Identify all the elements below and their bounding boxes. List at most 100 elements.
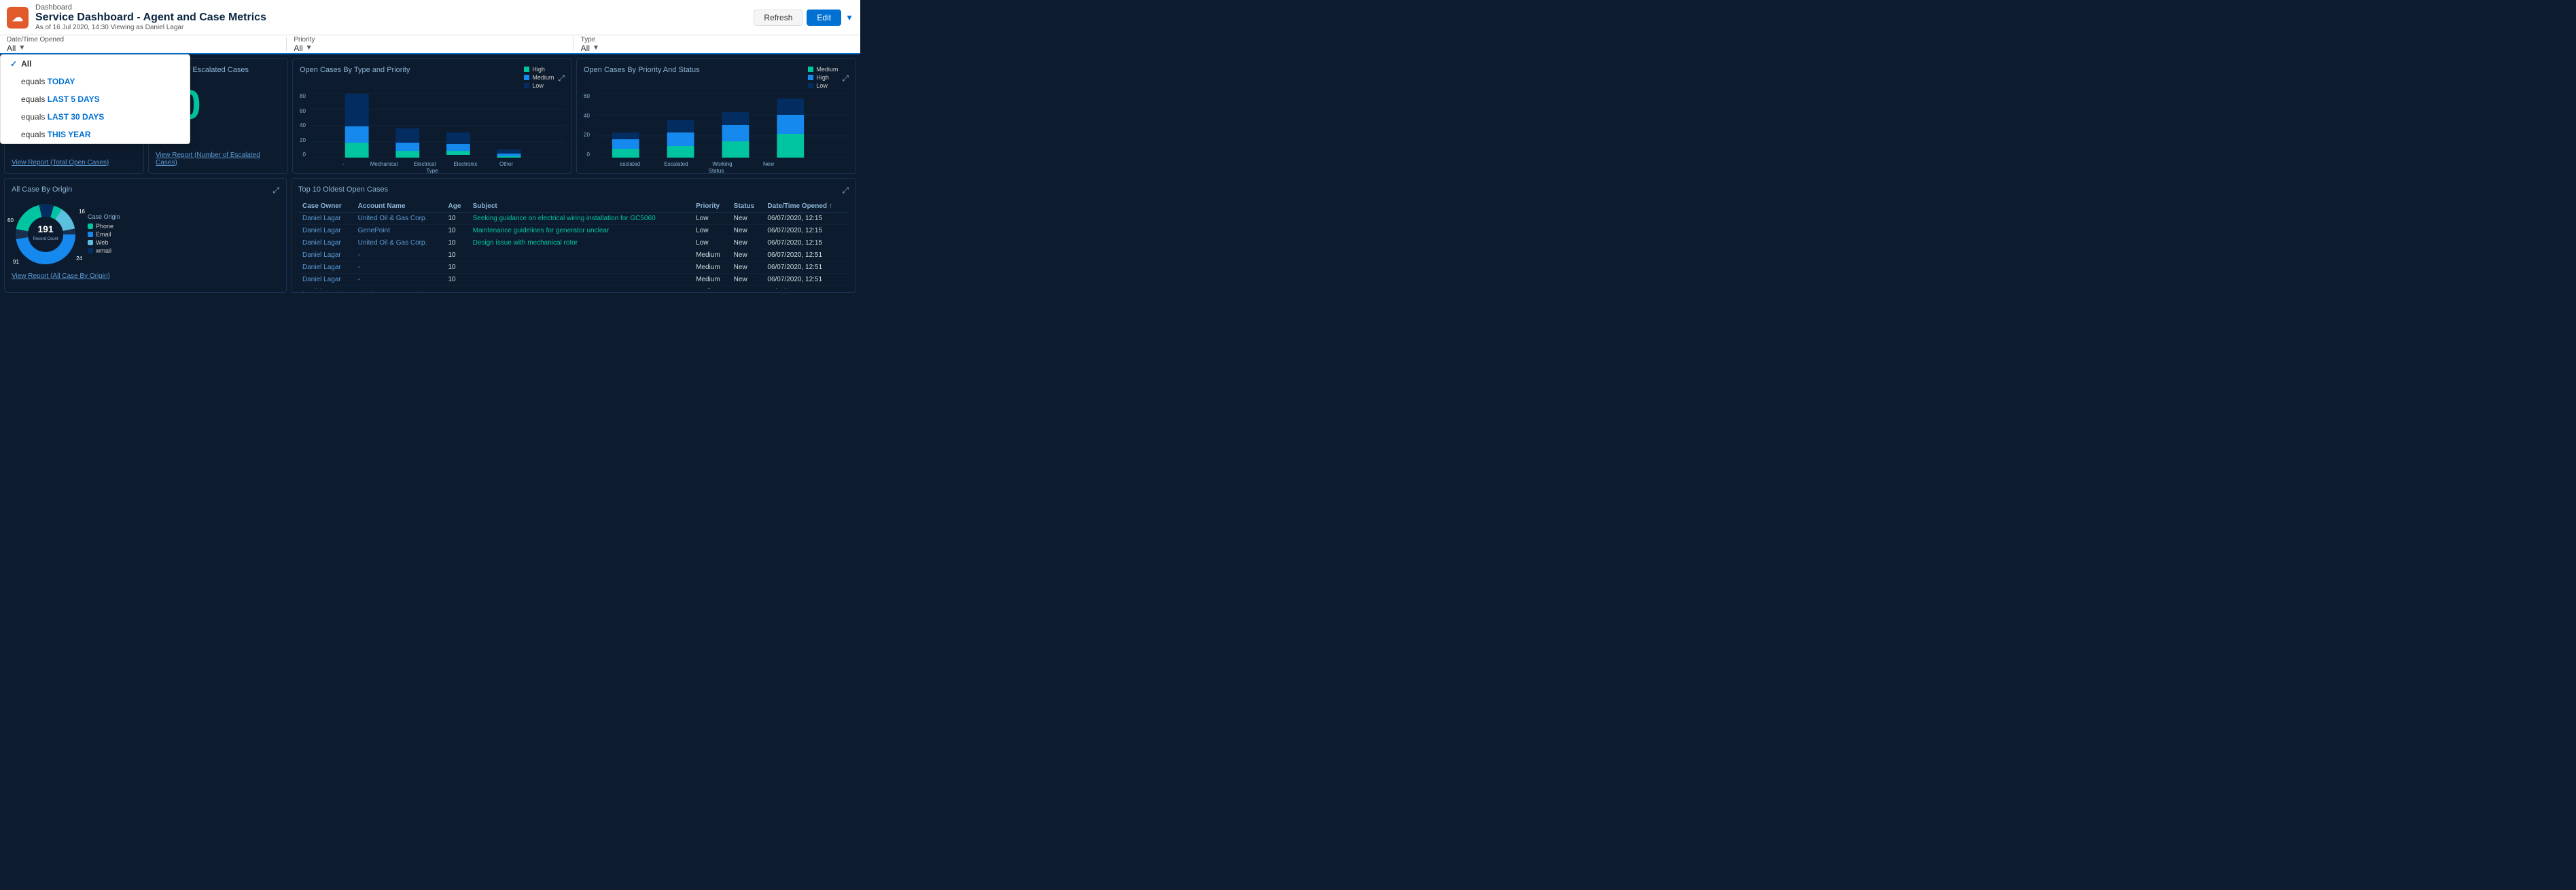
cell-status: New — [730, 285, 764, 289]
cell-status: New — [730, 273, 764, 285]
total-open-report[interactable]: View Report (Total Open Cases) — [12, 155, 137, 166]
cell-priority: Low — [692, 224, 730, 236]
ps-high-legend: High — [808, 74, 838, 81]
cell-subject[interactable] — [469, 249, 692, 261]
cell-date: 06/07/2020, 12:15 — [763, 236, 849, 249]
cell-owner[interactable]: Daniel Lagar — [298, 212, 354, 224]
date-filter-value[interactable]: All — [7, 43, 16, 53]
web-legend: Web — [88, 239, 120, 246]
cell-subject[interactable]: Seeking guidance on electrical wiring in… — [469, 212, 692, 224]
oldest-expand[interactable]: ⤢ — [842, 185, 849, 196]
oldest-cases-title: Top 10 Oldest Open Cases — [298, 185, 388, 194]
cell-account[interactable]: - — [354, 285, 444, 289]
dropdown-item-last5[interactable]: equals LAST 5 DAYS — [1, 90, 190, 108]
table-row[interactable]: Daniel Lagar - 10 Medium New 06/07/2020,… — [298, 273, 849, 285]
origin-report[interactable]: View Report (All Case By Origin) — [12, 272, 279, 280]
table-row[interactable]: Daniel Lagar GenePoint 10 Maintenance gu… — [298, 224, 849, 236]
cell-owner[interactable]: Daniel Lagar — [298, 261, 354, 273]
cell-age: 10 — [444, 224, 469, 236]
cell-priority: Low — [692, 212, 730, 224]
ps-low-legend: Low — [808, 82, 838, 89]
dropdown-item-thisyear[interactable]: equals THIS YEAR — [1, 126, 190, 143]
cell-date: 06/07/2020, 12:15 — [763, 224, 849, 236]
cell-priority: Medium — [692, 285, 730, 289]
cell-owner[interactable]: Daniel Lagar — [298, 224, 354, 236]
dropdown-item-all[interactable]: ✓All — [1, 55, 190, 73]
cell-priority: Medium — [692, 273, 730, 285]
oldest-table: Case Owner Account Name Age Subject Prio… — [298, 200, 849, 289]
oldest-table-scroll[interactable]: Case Owner Account Name Age Subject Prio… — [298, 200, 849, 289]
oldest-cases-card: Top 10 Oldest Open Cases ⤢ Case Owner Ac… — [291, 178, 856, 293]
date-filter-chevron[interactable]: ▼ — [18, 44, 25, 52]
date-filter-group: Date/Time Opened All ▼ — [7, 36, 279, 53]
cell-account[interactable]: - — [354, 273, 444, 285]
priority-status-expand[interactable]: ⤢ — [842, 73, 849, 84]
cell-account[interactable]: United Oil & Gas Corp. — [354, 212, 444, 224]
cell-date: 06/07/2020, 12:51 — [763, 273, 849, 285]
edit-dropdown-icon[interactable]: ▼ — [845, 13, 853, 22]
high-legend: High — [524, 66, 554, 73]
cell-owner[interactable]: Daniel Lagar — [298, 273, 354, 285]
low-legend: Low — [524, 82, 554, 89]
phone-legend: Phone — [88, 223, 120, 230]
type-priority-title: Open Cases By Type and Priority — [300, 66, 410, 74]
table-row[interactable]: Daniel Lagar - 10 Medium New 06/07/2020,… — [298, 249, 849, 261]
page-title: Service Dashboard - Agent and Case Metri… — [35, 12, 266, 24]
col-status: Status — [730, 200, 764, 213]
cell-subject[interactable] — [469, 285, 692, 289]
origin-title: All Case By Origin — [12, 185, 72, 194]
cell-account[interactable]: - — [354, 261, 444, 273]
col-age: Age — [444, 200, 469, 213]
cell-subject[interactable]: Design issue with mechanical rotor — [469, 236, 692, 249]
cell-owner[interactable]: Daniel Lagar — [298, 285, 354, 289]
table-row[interactable]: Daniel Lagar United Oil & Gas Corp. 10 S… — [298, 212, 849, 224]
cell-status: New — [730, 261, 764, 273]
type-filter-value[interactable]: All — [581, 43, 590, 53]
priority-filter-chevron[interactable]: ▼ — [306, 44, 313, 52]
header: ☁ Dashboard Service Dashboard - Agent an… — [0, 0, 860, 35]
cell-priority: Medium — [692, 249, 730, 261]
cell-account[interactable]: United Oil & Gas Corp. — [354, 236, 444, 249]
cell-account[interactable]: GenePoint — [354, 224, 444, 236]
oldest-report[interactable]: View Report (Top 10 Oldest Open Cases) — [298, 291, 849, 293]
date-filter-dropdown[interactable]: ✓All equals TODAY equals LAST 5 DAYS equ… — [0, 54, 190, 144]
cell-date: 06/07/2020, 12:51 — [763, 261, 849, 273]
cell-date: 06/07/2020, 12:15 — [763, 212, 849, 224]
table-row[interactable]: Daniel Lagar - 10 Medium New 06/07/2020,… — [298, 285, 849, 289]
cell-owner[interactable]: Daniel Lagar — [298, 249, 354, 261]
dropdown-item-last30[interactable]: equals LAST 30 DAYS — [1, 108, 190, 126]
type-filter-chevron[interactable]: ▼ — [593, 44, 599, 52]
type-priority-chart — [311, 93, 565, 158]
type-priority-card: Open Cases By Type and Priority High Med… — [292, 58, 572, 174]
type-filter-group: Type All ▼ — [581, 36, 853, 53]
cell-age: 10 — [444, 249, 469, 261]
dropdown-item-today[interactable]: equals TODAY — [1, 73, 190, 90]
email-legend: Email — [88, 231, 120, 238]
escalated-report[interactable]: View Report (Number of Escalated Cases) — [156, 147, 281, 166]
svg-text:Record Count: Record Count — [33, 237, 58, 241]
cell-owner[interactable]: Daniel Lagar — [298, 236, 354, 249]
priority-status-title: Open Cases By Priority And Status — [584, 66, 700, 74]
cell-status: New — [730, 236, 764, 249]
priority-status-card: Open Cases By Priority And Status Medium… — [576, 58, 856, 174]
edit-button[interactable]: Edit — [807, 10, 841, 26]
cell-age: 10 — [444, 212, 469, 224]
type-priority-expand[interactable]: ⤢ — [558, 73, 565, 84]
cell-subject[interactable] — [469, 273, 692, 285]
refresh-button[interactable]: Refresh — [754, 10, 802, 26]
table-row[interactable]: Daniel Lagar United Oil & Gas Corp. 10 D… — [298, 236, 849, 249]
cell-age: 10 — [444, 261, 469, 273]
header-subtitle: As of 16 Jul 2020, 14:30 Viewing as Dani… — [35, 24, 266, 31]
priority-filter-label: Priority — [294, 36, 566, 43]
origin-expand[interactable]: ⤢ — [272, 185, 279, 196]
date-filter-label: Date/Time Opened — [7, 36, 279, 43]
cell-account[interactable]: - — [354, 249, 444, 261]
cell-subject[interactable]: Maintenance guidelines for generator unc… — [469, 224, 692, 236]
table-row[interactable]: Daniel Lagar - 10 Medium New 06/07/2020,… — [298, 261, 849, 273]
medium-legend: Medium — [524, 74, 554, 81]
cell-subject[interactable] — [469, 261, 692, 273]
priority-filter-value[interactable]: All — [294, 43, 302, 53]
cell-status: New — [730, 212, 764, 224]
priority-filter-group: Priority All ▼ — [294, 36, 566, 53]
cell-status: New — [730, 249, 764, 261]
